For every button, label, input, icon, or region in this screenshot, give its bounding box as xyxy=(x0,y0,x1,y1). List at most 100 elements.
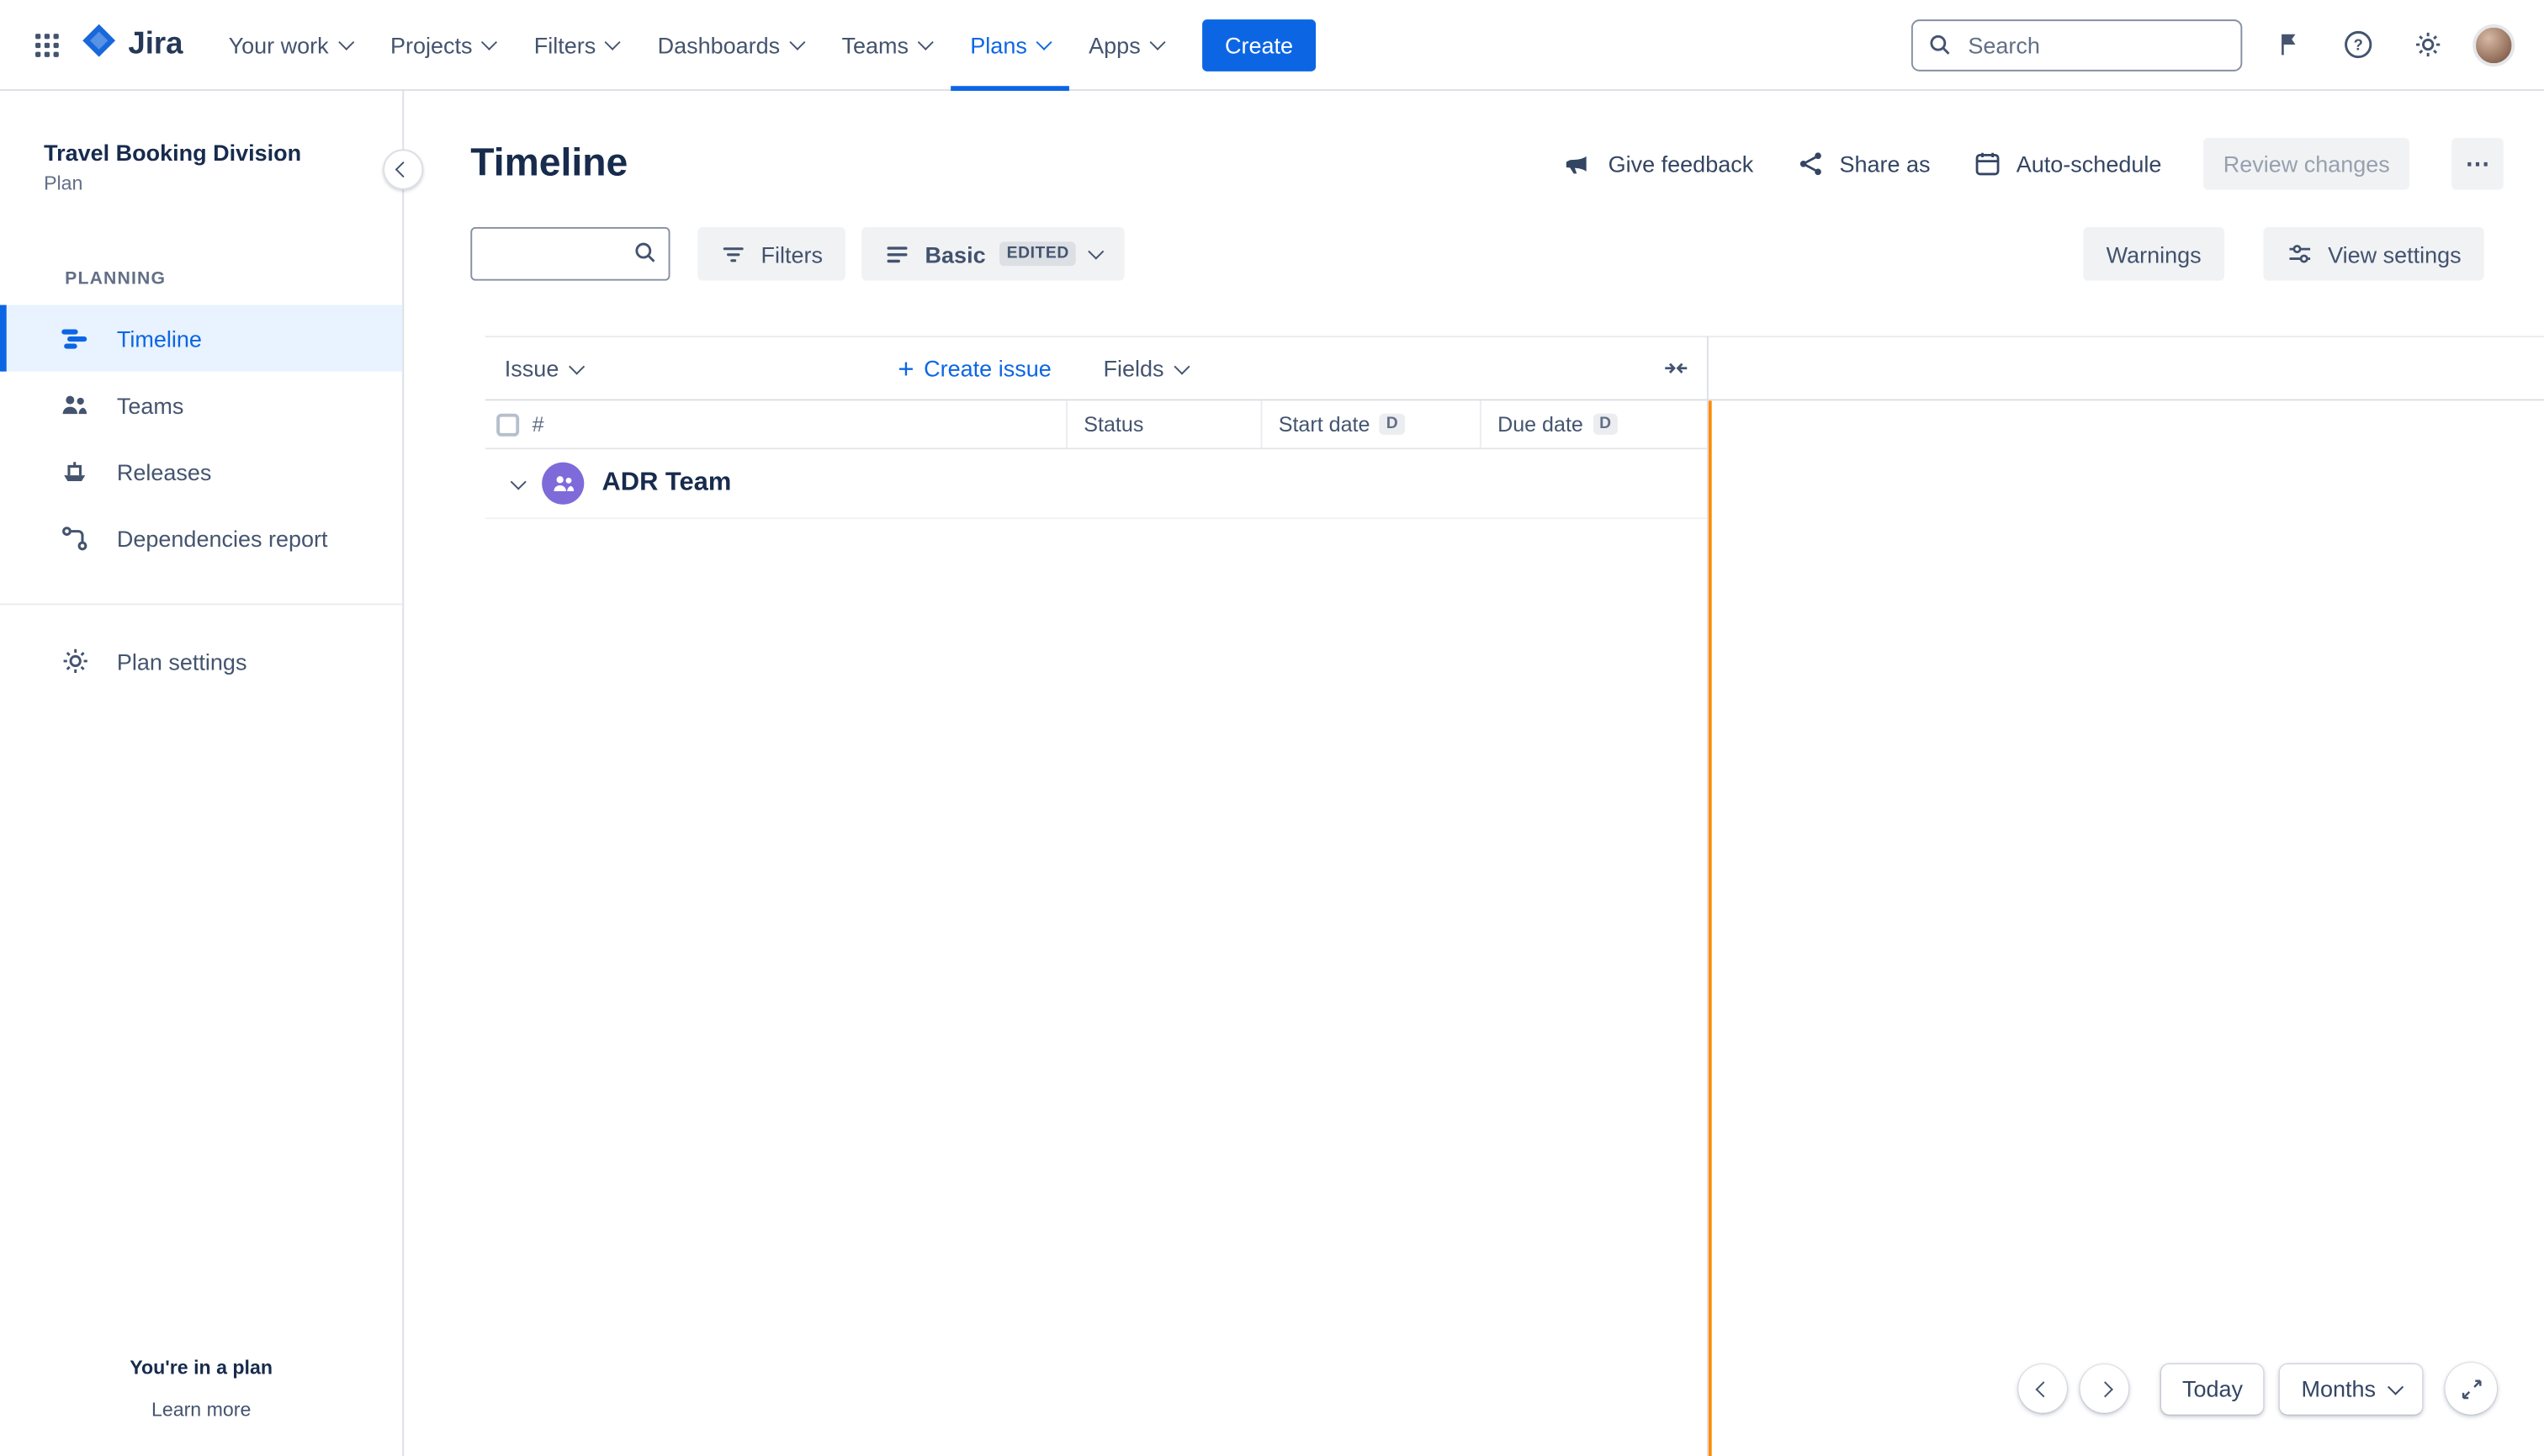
filter-icon xyxy=(720,241,746,267)
app-switcher-icon[interactable] xyxy=(23,20,72,69)
create-button[interactable]: Create xyxy=(1202,19,1317,71)
fields-dropdown[interactable]: Fields xyxy=(1103,355,1191,382)
teams-icon xyxy=(58,390,91,420)
due-date-column-header[interactable]: Due date D xyxy=(1481,400,1707,447)
jira-logo-text: Jira xyxy=(128,26,183,61)
help-icon[interactable]: ? xyxy=(2333,20,2382,69)
sidebar-item-teams[interactable]: Teams xyxy=(0,372,402,438)
give-feedback-label: Give feedback xyxy=(1608,151,1754,177)
timeline-zoom-controls: Today Months xyxy=(2018,1363,2498,1415)
timeline-canvas[interactable]: Today Months xyxy=(1708,400,2544,1456)
global-search xyxy=(1911,19,2243,71)
create-issue-button[interactable]: + Create issue xyxy=(898,354,1051,382)
fields-label: Fields xyxy=(1103,355,1164,382)
chevron-down-icon xyxy=(337,34,354,50)
chevron-down-icon xyxy=(481,34,498,50)
create-issue-label: Create issue xyxy=(924,355,1052,382)
chevron-down-icon xyxy=(1088,243,1105,260)
chevron-left-icon xyxy=(2034,1380,2051,1397)
nav-item-label: Plans xyxy=(970,31,1027,58)
auto-schedule-label: Auto-schedule xyxy=(2016,151,2162,177)
review-changes-button[interactable]: Review changes xyxy=(2203,137,2409,190)
page-title: Timeline xyxy=(470,140,628,185)
issue-column-header[interactable]: Issue xyxy=(505,355,586,381)
nav-item-dashboards[interactable]: Dashboards xyxy=(638,0,822,90)
filters-button[interactable]: Filters xyxy=(697,227,846,281)
sidebar-item-dependencies-report[interactable]: Dependencies report xyxy=(0,505,402,571)
edited-badge: EDITED xyxy=(999,241,1076,267)
nav-item-apps[interactable]: Apps xyxy=(1069,0,1183,90)
plus-icon: + xyxy=(898,352,914,384)
view-icon xyxy=(884,241,910,267)
search-icon xyxy=(633,240,657,273)
issue-rows: ADR Team xyxy=(485,449,1707,1456)
select-all-checkbox[interactable] xyxy=(496,412,520,436)
sidebar-item-label: Teams xyxy=(116,391,184,418)
fullscreen-button[interactable] xyxy=(2445,1363,2498,1415)
sidebar-item-label: Timeline xyxy=(116,325,202,352)
sidebar-collapse-button[interactable] xyxy=(383,149,424,190)
plan-type-label: Plan xyxy=(44,172,83,195)
chevron-right-icon xyxy=(2096,1380,2112,1397)
share-as-button[interactable]: Share as xyxy=(1795,149,1931,178)
team-name: ADR Team xyxy=(602,469,732,497)
jira-logo-icon xyxy=(81,23,116,66)
zoom-range-dropdown[interactable]: Months xyxy=(2280,1363,2423,1414)
plan-name: Travel Booking Division xyxy=(44,139,302,166)
nav-item-label: Apps xyxy=(1089,31,1141,58)
gear-icon xyxy=(58,646,91,677)
dependency-lines xyxy=(1709,400,2196,643)
flag-icon[interactable] xyxy=(2263,20,2312,69)
nav-item-plans[interactable]: Plans xyxy=(951,0,1070,91)
nav-item-label: Filters xyxy=(533,31,596,58)
search-icon xyxy=(1927,32,1952,65)
sliders-icon xyxy=(2286,240,2313,267)
nav-item-projects[interactable]: Projects xyxy=(371,0,515,90)
sidebar-item-plan-settings[interactable]: Plan settings xyxy=(0,627,402,694)
team-group-row[interactable]: ADR Team xyxy=(485,449,1707,520)
chevron-down-icon[interactable] xyxy=(510,473,527,490)
megaphone-icon xyxy=(1563,148,1594,179)
sidebar-items: Timeline Teams Releases Dependencies report xyxy=(0,304,403,571)
learn-more-link[interactable]: Learn more xyxy=(0,1398,402,1421)
give-feedback-button[interactable]: Give feedback xyxy=(1563,148,1754,179)
user-avatar[interactable] xyxy=(2472,23,2515,66)
timeline-icon xyxy=(58,324,91,353)
auto-schedule-calendar-icon xyxy=(1973,149,2002,178)
view-selector-button[interactable]: Basic EDITED xyxy=(861,227,1125,281)
nav-item-your-work[interactable]: Your work xyxy=(209,0,370,90)
sidebar-divider xyxy=(0,603,403,606)
timeline-pane: Today Months xyxy=(1706,336,2544,1456)
search-input[interactable] xyxy=(1911,19,2243,71)
jira-logo[interactable]: Jira xyxy=(81,23,183,66)
timeline-search xyxy=(470,227,670,281)
today-button[interactable]: Today xyxy=(2160,1363,2265,1414)
sidebar-item-timeline[interactable]: Timeline xyxy=(0,304,403,372)
status-column-header[interactable]: Status xyxy=(1068,400,1263,448)
warnings-button[interactable]: Warnings xyxy=(2083,227,2224,281)
collapse-fields-icon[interactable] xyxy=(1662,353,1691,383)
planning-section-label: PLANNING xyxy=(65,269,167,289)
sidebar-footer: You're in a plan Learn more xyxy=(0,1356,402,1421)
hash-column-header: # xyxy=(532,411,544,437)
share-as-label: Share as xyxy=(1839,151,1931,177)
more-actions-button[interactable]: ⋯ xyxy=(2451,137,2504,190)
nav-item-filters[interactable]: Filters xyxy=(515,0,639,90)
plan-sidebar: Travel Booking Division Plan PLANNING Ti… xyxy=(0,91,424,1456)
settings-gear-icon[interactable] xyxy=(2403,20,2451,69)
dependencies-icon xyxy=(58,523,91,553)
issue-table: Issue + Create issue Fields # Status Sta… xyxy=(485,336,1707,1456)
start-date-column-header[interactable]: Start date D xyxy=(1262,400,1481,448)
releases-icon xyxy=(58,457,91,486)
chevron-down-icon xyxy=(605,34,622,50)
filters-label: Filters xyxy=(761,241,824,267)
chevron-down-icon xyxy=(1174,357,1191,374)
scroll-right-button[interactable] xyxy=(2080,1363,2129,1413)
sidebar-item-releases[interactable]: Releases xyxy=(0,438,402,505)
auto-schedule-button[interactable]: Auto-schedule xyxy=(1973,149,2162,178)
view-settings-button[interactable]: View settings xyxy=(2262,227,2484,281)
plan-banner-title: You're in a plan xyxy=(130,1356,273,1379)
nav-item-label: Dashboards xyxy=(657,31,781,58)
nav-item-teams[interactable]: Teams xyxy=(822,0,951,90)
scroll-left-button[interactable] xyxy=(2018,1363,2068,1413)
